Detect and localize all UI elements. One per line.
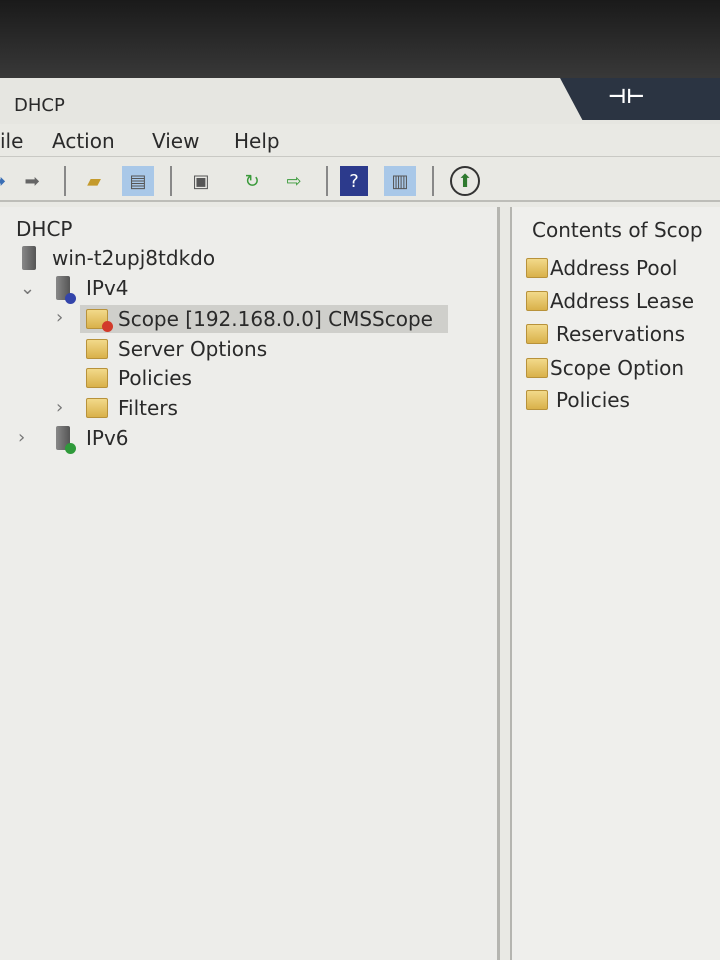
scope-folder-icon — [86, 309, 113, 332]
menu-action[interactable]: Action — [52, 129, 115, 153]
list-item-label: Scope Option — [550, 356, 685, 380]
results-pane: Contents of Scop Address Pool Address Le… — [510, 207, 720, 960]
menu-file[interactable]: ile — [0, 129, 23, 153]
scope-label: Scope [192.168.0.0] CMSScope — [118, 307, 433, 331]
policies-label: Policies — [118, 366, 192, 390]
forward-icon[interactable]: ➡ — [16, 166, 48, 196]
info-badge-icon — [65, 293, 76, 304]
properties-icon[interactable]: ▣ — [185, 166, 217, 196]
list-item[interactable]: Policies — [526, 386, 630, 414]
ipv4-server-icon — [56, 276, 76, 304]
tree-item-server-options[interactable]: Server Options — [86, 335, 267, 363]
policies-icon — [526, 390, 548, 410]
console-tree: DHCP win-t2upj8tdkdo ⌄ IPv4 › Scope [192… — [0, 207, 500, 960]
tree-item-policies[interactable]: Policies — [86, 364, 192, 392]
window-title: DHCP — [14, 95, 65, 116]
tree-item-scope[interactable]: Scope [192.168.0.0] CMSScope — [80, 305, 448, 333]
server-icon — [22, 246, 36, 270]
toolbar-separator — [326, 166, 328, 196]
down-badge-icon — [102, 321, 113, 332]
menu-bar: ile Action View Help — [0, 127, 720, 157]
ipv6-server-icon — [56, 426, 76, 454]
server-options-label: Server Options — [118, 337, 268, 361]
tree-item-ipv6[interactable]: IPv6 — [56, 424, 129, 454]
screen-bezel — [0, 0, 720, 82]
list-item-label: Policies — [556, 388, 630, 412]
help-icon[interactable]: ? — [340, 166, 368, 196]
results-header: Contents of Scop — [532, 218, 703, 242]
menu-view[interactable]: View — [152, 129, 199, 153]
toolbar-separator — [170, 166, 172, 196]
chevron-right-icon[interactable]: › — [56, 307, 63, 328]
list-item[interactable]: Scope Option — [526, 354, 684, 382]
toolbar-separator — [64, 166, 66, 196]
tree-item-server[interactable]: win-t2upj8tdkdo — [22, 244, 215, 272]
activate-icon[interactable]: ⬆ — [450, 166, 480, 196]
address-pool-icon — [526, 258, 548, 278]
list-item-label: Reservations — [556, 322, 686, 346]
filter-icon — [86, 398, 108, 418]
filters-label: Filters — [118, 396, 178, 420]
export-list-icon[interactable]: ⇨ — [278, 166, 310, 196]
check-badge-icon — [65, 443, 76, 454]
show-hide-tree-icon[interactable]: ▤ — [122, 166, 154, 196]
chevron-right-icon[interactable]: › — [56, 397, 63, 418]
pin-icon[interactable]: ⊣⊢ — [608, 84, 645, 108]
address-leases-icon — [526, 291, 548, 311]
toolbar-separator — [432, 166, 434, 196]
menu-help[interactable]: Help — [234, 129, 280, 153]
back-icon[interactable]: ➡ — [0, 166, 14, 196]
chevron-right-icon[interactable]: › — [18, 427, 25, 448]
ipv6-label: IPv6 — [86, 426, 129, 450]
list-item[interactable]: Address Pool — [526, 254, 677, 282]
list-item[interactable]: Reservations — [526, 320, 685, 348]
show-hide-action-pane-icon[interactable]: ▥ — [384, 166, 416, 196]
ipv4-label: IPv4 — [86, 276, 129, 300]
server-options-icon — [86, 339, 108, 359]
tree-item-ipv4[interactable]: IPv4 — [56, 274, 129, 304]
refresh-icon[interactable]: ↻ — [236, 166, 268, 196]
list-item-label: Address Pool — [550, 256, 678, 280]
server-label: win-t2upj8tdkdo — [52, 246, 216, 270]
toolbar: ➡ ➡ ▰ ▤ ▣ ↻ ⇨ ? ▥ ⬆ — [0, 160, 720, 202]
policies-icon — [86, 368, 108, 388]
up-folder-icon[interactable]: ▰ — [78, 166, 110, 196]
list-item-label: Address Lease — [550, 289, 695, 313]
tree-item-filters[interactable]: Filters — [86, 394, 178, 422]
tree-root-label: DHCP — [16, 217, 73, 241]
reservations-icon — [526, 324, 548, 344]
scope-options-icon — [526, 358, 548, 378]
list-item[interactable]: Address Lease — [526, 287, 694, 315]
chevron-down-icon[interactable]: ⌄ — [20, 278, 35, 299]
tree-root-dhcp[interactable]: DHCP — [16, 215, 72, 243]
